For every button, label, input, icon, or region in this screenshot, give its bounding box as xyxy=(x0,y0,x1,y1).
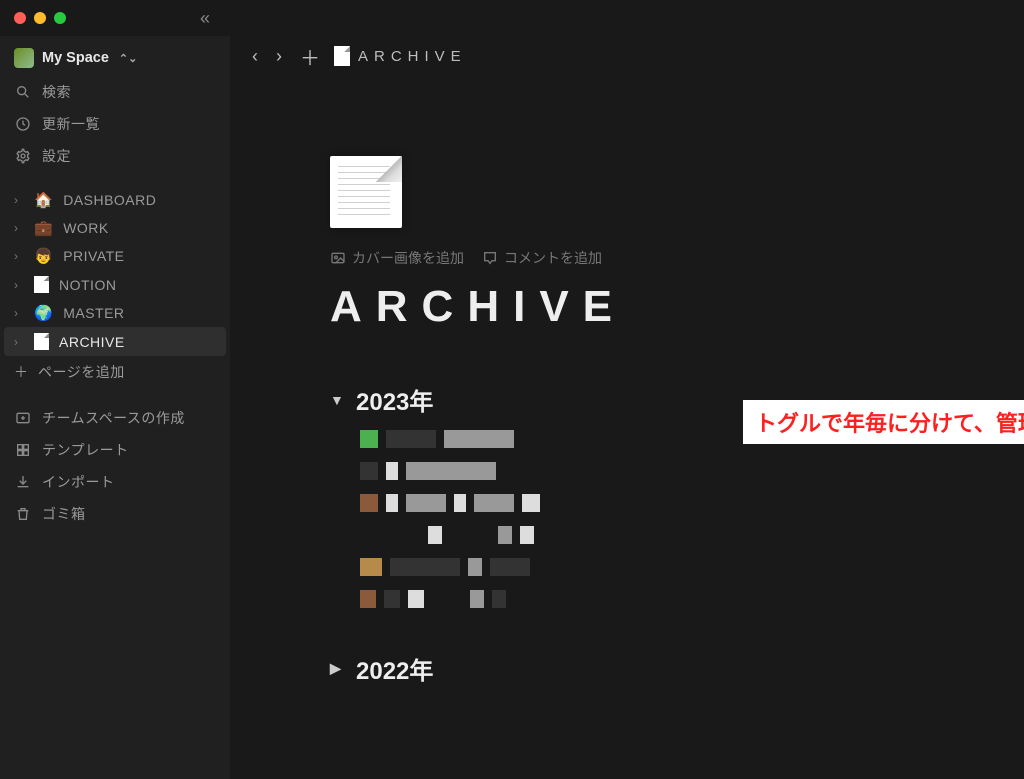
sidebar-page-notion[interactable]: › NOTION xyxy=(4,270,226,299)
page-icon[interactable] xyxy=(330,156,402,228)
sidebar-search-label: 検索 xyxy=(42,82,216,102)
sidebar-page-private[interactable]: › 👦 PRIVATE xyxy=(4,242,226,270)
sidebar-page-dashboard[interactable]: › 🏠 DASHBOARD xyxy=(4,186,226,214)
maximize-window-icon[interactable] xyxy=(54,12,66,24)
sidebar-import[interactable]: インポート xyxy=(4,466,226,498)
image-icon xyxy=(330,250,346,266)
sidebar-page-archive[interactable]: › ARCHIVE xyxy=(4,327,226,356)
sidebar-trash[interactable]: ゴミ箱 xyxy=(4,498,226,530)
minimize-window-icon[interactable] xyxy=(34,12,46,24)
clock-icon xyxy=(14,115,32,133)
sidebar-page-master[interactable]: › 🌍 MASTER xyxy=(4,299,226,327)
sidebar-updates[interactable]: 更新一覧 xyxy=(4,108,226,140)
sidebar-footer: チームスペースの作成 テンプレート インポート ゴミ箱 xyxy=(4,402,226,530)
sidebar-templates[interactable]: テンプレート xyxy=(4,434,226,466)
sidebar-settings-label: 設定 xyxy=(42,146,216,166)
plus-icon: ＋ xyxy=(14,362,28,382)
breadcrumb[interactable]: ARCHIVE xyxy=(334,46,467,66)
sidebar-search[interactable]: 検索 xyxy=(4,76,226,108)
page-title[interactable]: ARCHIVE xyxy=(330,282,1024,332)
annotation-callout: トグルで年毎に分けて、管理 xyxy=(743,400,1024,444)
toggle-2023-content xyxy=(360,429,1024,609)
topbar: ‹ › ＋ ARCHIVE xyxy=(230,36,1024,76)
sidebar-create-teamspace[interactable]: チームスペースの作成 xyxy=(4,402,226,434)
workspace-icon xyxy=(14,48,34,68)
chevron-right-icon: › xyxy=(14,335,24,349)
chevron-right-icon: › xyxy=(14,278,24,292)
page-emoji: 🌍 xyxy=(34,306,53,321)
nav-forward-icon[interactable]: › xyxy=(272,44,286,69)
workspace-name: My Space xyxy=(42,50,109,66)
workspace-switcher[interactable]: My Space ⌃⌄ xyxy=(4,42,226,74)
sidebar-pages: › 🏠 DASHBOARD › 💼 WORK › 👦 PRIVATE › NOT… xyxy=(4,186,226,388)
window-controls[interactable] xyxy=(14,12,66,24)
sidebar-settings[interactable]: 設定 xyxy=(4,140,226,172)
chevron-right-icon: › xyxy=(14,221,24,235)
template-icon xyxy=(14,441,32,459)
teamspace-icon xyxy=(14,409,32,427)
collapse-sidebar-icon[interactable]: « xyxy=(200,8,216,29)
page-emoji: 🏠 xyxy=(34,193,53,208)
updown-icon: ⌃⌄ xyxy=(119,52,137,65)
new-tab-icon[interactable]: ＋ xyxy=(296,42,324,71)
document-icon xyxy=(34,333,49,350)
close-window-icon[interactable] xyxy=(14,12,26,24)
trash-icon xyxy=(14,505,32,523)
chevron-right-icon: › xyxy=(14,249,24,263)
sidebar-updates-label: 更新一覧 xyxy=(42,114,216,134)
toggle-triangle-right-icon xyxy=(330,660,346,677)
sidebar-page-work[interactable]: › 💼 WORK xyxy=(4,214,226,242)
import-icon xyxy=(14,473,32,491)
page-emoji: 💼 xyxy=(34,221,53,236)
document-icon xyxy=(334,46,350,66)
toggle-2022[interactable]: 2022年 xyxy=(330,651,1024,686)
breadcrumb-title: ARCHIVE xyxy=(358,48,467,65)
main-content: ‹ › ＋ ARCHIVE カバー画像を追加 xyxy=(230,36,1024,779)
comment-icon xyxy=(482,250,498,266)
sidebar: My Space ⌃⌄ 検索 更新一覧 設定 xyxy=(0,36,230,779)
page-emoji: 👦 xyxy=(34,249,53,264)
gear-icon xyxy=(14,147,32,165)
search-icon xyxy=(14,83,32,101)
document-icon xyxy=(34,276,49,293)
sidebar-add-page[interactable]: ＋ ページを追加 xyxy=(4,356,226,388)
nav-back-icon[interactable]: ‹ xyxy=(248,44,262,69)
chevron-right-icon: › xyxy=(14,306,24,320)
chevron-right-icon: › xyxy=(14,193,24,207)
add-comment-button[interactable]: コメントを追加 xyxy=(482,248,602,268)
add-cover-button[interactable]: カバー画像を追加 xyxy=(330,248,464,268)
toggle-triangle-down-icon xyxy=(330,392,346,408)
